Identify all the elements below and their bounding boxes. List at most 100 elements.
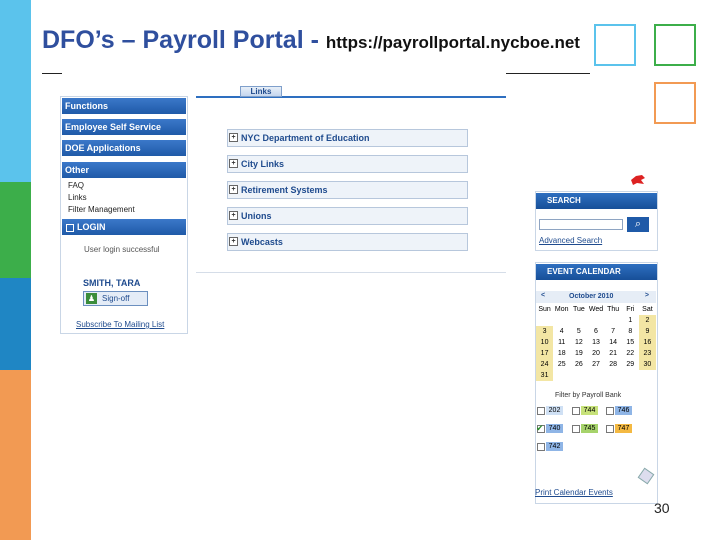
calendar-day[interactable]: 19 xyxy=(570,348,587,359)
nav-other[interactable]: Other xyxy=(62,162,186,178)
calendar-empty-cell xyxy=(639,370,656,381)
band-blue xyxy=(0,278,31,370)
expand-icon[interactable]: + xyxy=(229,237,238,246)
nav-doe-applications[interactable]: DOE Applications xyxy=(62,140,186,156)
link-row-retirement-systems[interactable]: + Retirement Systems xyxy=(227,181,468,199)
print-calendar-link[interactable]: Print Calendar Events xyxy=(535,488,613,497)
bank-checkbox[interactable] xyxy=(537,443,545,451)
calendar-day[interactable]: 28 xyxy=(605,359,622,370)
calendar-day[interactable]: 31 xyxy=(536,370,554,381)
calendar-day[interactable]: 27 xyxy=(587,359,604,370)
search-input[interactable] xyxy=(539,219,623,230)
calendar-day[interactable]: 14 xyxy=(605,337,622,348)
calendar-day[interactable]: 5 xyxy=(570,326,587,337)
calendar-day[interactable]: 10 xyxy=(536,337,554,348)
calendar-day[interactable]: 20 xyxy=(587,348,604,359)
calendar-empty-cell xyxy=(553,370,570,381)
nav-item-faq[interactable]: FAQ xyxy=(68,181,84,190)
weekday: Thu xyxy=(607,306,620,313)
weekday: Wed xyxy=(588,306,604,313)
nav-item-links[interactable]: Links xyxy=(68,193,87,202)
calendar-day[interactable]: 15 xyxy=(622,337,639,348)
signoff-button[interactable]: ♟ Sign-off xyxy=(83,291,148,306)
calendar-week: 24 25 26 27 28 29 30 xyxy=(536,359,656,370)
calendar-month-bar: < October 2010 > xyxy=(536,291,656,303)
bank-746: 746 xyxy=(615,406,632,415)
search-button[interactable]: ⌕ xyxy=(627,217,649,232)
calendar-day[interactable]: 25 xyxy=(553,359,570,370)
search-header-label: SEARCH xyxy=(547,196,581,205)
expand-icon[interactable]: + xyxy=(229,211,238,220)
calendar-day[interactable]: 6 xyxy=(587,326,604,337)
filter-label: Filter by Payroll Bank xyxy=(555,392,622,399)
user-name: SMITH, TARA xyxy=(83,278,141,288)
calendar-day[interactable]: 7 xyxy=(605,326,622,337)
weekday: Sun xyxy=(538,306,551,313)
weekday: Sat xyxy=(642,306,653,313)
calendar-empty-cell xyxy=(536,315,553,326)
calendar-empty-cell xyxy=(605,315,622,326)
expand-icon[interactable]: + xyxy=(229,185,238,194)
login-header: LOGIN xyxy=(62,219,186,235)
bank-checkbox[interactable] xyxy=(572,407,580,415)
bank-checkbox[interactable] xyxy=(606,425,614,433)
expand-icon[interactable]: + xyxy=(229,159,238,168)
calendar-day[interactable]: 18 xyxy=(553,348,570,359)
weekday: Mon xyxy=(554,306,569,313)
deco-square-orange xyxy=(654,82,696,124)
calendar-day[interactable]: 26 xyxy=(570,359,587,370)
calendar-day[interactable]: 29 xyxy=(622,359,639,370)
calendar-day[interactable]: 16 xyxy=(638,337,656,348)
bank-202: 202 xyxy=(546,406,563,415)
calendar-day[interactable]: 1 xyxy=(622,315,639,326)
bank-checkbox[interactable] xyxy=(537,407,545,415)
expand-icon[interactable]: + xyxy=(229,133,238,142)
calendar-day[interactable]: 24 xyxy=(536,359,554,370)
band-green xyxy=(0,182,31,278)
nav-employee-self-service[interactable]: Employee Self Service xyxy=(62,119,186,135)
link-label: NYC Department of Education xyxy=(241,133,370,143)
title-rule-right xyxy=(506,73,590,74)
calendar-week: 3456789 xyxy=(536,326,656,337)
calendar-day[interactable]: 23 xyxy=(638,348,656,359)
slide-title: DFO’s – Payroll Portal - https://payroll… xyxy=(42,26,580,55)
link-label: City Links xyxy=(241,159,285,169)
link-row-city-links[interactable]: + City Links xyxy=(227,155,468,173)
calendar-day[interactable]: 4 xyxy=(553,326,570,337)
calendar-month: October 2010 xyxy=(569,293,614,300)
subscribe-link[interactable]: Subscribe To Mailing List xyxy=(76,320,164,329)
calendar-day[interactable]: 8 xyxy=(622,326,639,337)
next-month-button[interactable]: > xyxy=(645,292,649,299)
calendar-day[interactable]: 9 xyxy=(638,326,656,337)
calendar-day[interactable]: 3 xyxy=(536,326,554,337)
calendar-day[interactable]: 30 xyxy=(638,359,656,370)
nav-item-filter-management[interactable]: Filter Management xyxy=(68,205,135,214)
link-row-webcasts[interactable]: + Webcasts xyxy=(227,233,468,251)
weekday: Tue xyxy=(572,306,585,313)
calendar-day[interactable]: 11 xyxy=(553,337,570,348)
calendar-days: 1 2 3 4 5 6 7 8 9 10 11 12 13 14 15 16 17 18 19 20 21 22 23 24 2… xyxy=(536,315,656,381)
advanced-search-link[interactable]: Advanced Search xyxy=(539,236,602,245)
calendar-day[interactable]: 17 xyxy=(536,348,554,359)
bank-checkbox[interactable] xyxy=(606,407,614,415)
search-header: SEARCH xyxy=(536,193,657,209)
calendar-day[interactable]: 12 xyxy=(570,337,587,348)
links-tab[interactable]: Links xyxy=(240,86,282,97)
nav-functions[interactable]: Functions xyxy=(62,98,186,114)
calendar-day[interactable]: 2 xyxy=(638,315,656,326)
link-label: Webcasts xyxy=(241,237,283,247)
calendar-day[interactable]: 21 xyxy=(605,348,622,359)
link-row-unions[interactable]: + Unions xyxy=(227,207,468,225)
calendar-week: 17 18 19 20 21 22 23 xyxy=(536,348,656,359)
calendar-week: 12 xyxy=(536,315,656,326)
search-icon: ⌕ xyxy=(634,218,642,230)
bank-checkbox[interactable] xyxy=(572,425,580,433)
calendar-day[interactable]: 13 xyxy=(587,337,604,348)
calendar-day[interactable]: 22 xyxy=(622,348,639,359)
link-row-nyc-doe[interactable]: + NYC Department of Education xyxy=(227,129,468,147)
prev-month-button[interactable]: < xyxy=(541,292,545,299)
link-label: Unions xyxy=(241,211,272,221)
bank-744: 744 xyxy=(581,406,598,415)
calendar-empty-cell xyxy=(587,370,604,381)
weekday-row: Sun Mon Tue Wed Thu Fri Sat xyxy=(536,304,656,315)
